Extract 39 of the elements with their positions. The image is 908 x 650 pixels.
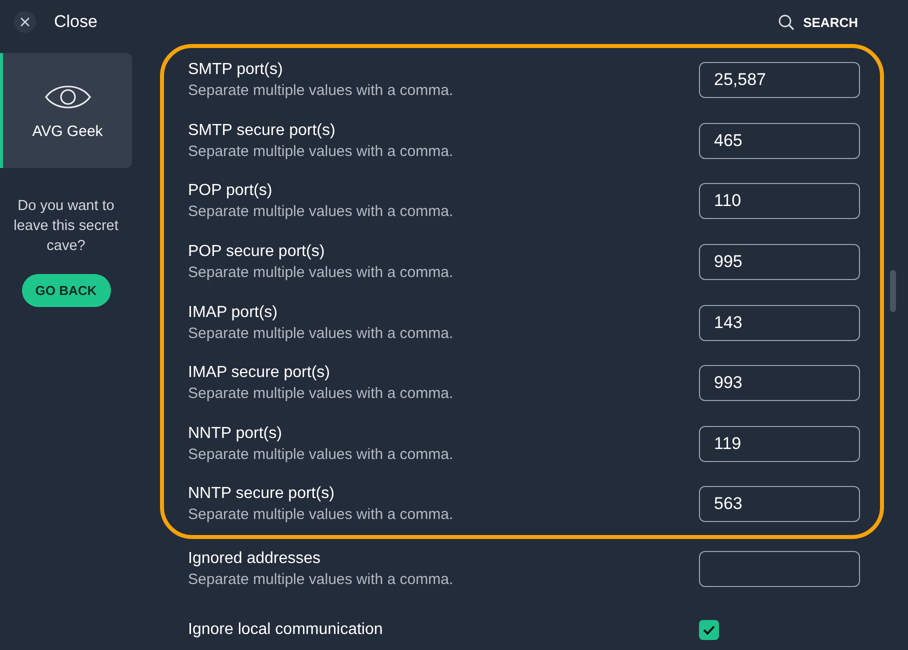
setting-label: IMAP secure port(s) <box>188 364 331 382</box>
input-field[interactable]: 25,587 <box>699 62 860 98</box>
sidebar-item[interactable]: AVG Geek <box>0 53 132 168</box>
close-icon <box>20 17 30 27</box>
close-button[interactable]: Close <box>14 11 98 33</box>
setting-label: SMTP port(s) <box>188 61 284 80</box>
leave-prompt: Do you want to leave this secret cave? <box>12 197 120 256</box>
setting-label: IMAP port(s) <box>188 304 278 322</box>
input-field[interactable]: 993 <box>699 365 860 402</box>
setting-label: Ignored addresses <box>188 550 322 568</box>
input-field[interactable]: 119 <box>699 426 860 462</box>
input-field[interactable]: 110 <box>699 183 860 220</box>
go-back-button[interactable]: GO BACK <box>22 274 110 307</box>
input-field[interactable]: 995 <box>699 244 860 280</box>
sidebar-item-label: AVG Geek <box>32 123 103 140</box>
setting-hint: Separate multiple values with a comma. <box>188 142 454 160</box>
setting-hint: Separate multiple values with a comma. <box>188 571 454 588</box>
input-field[interactable]: 143 <box>699 304 860 341</box>
setting-label: NNTP port(s) <box>188 424 283 443</box>
checkbox[interactable] <box>699 620 719 640</box>
setting-hint: Separate multiple values with a comma. <box>188 264 454 282</box>
search-icon <box>778 14 796 30</box>
setting-label: NNTP secure port(s) <box>188 485 336 504</box>
setting-hint: Separate multiple values with a comma. <box>188 324 454 342</box>
setting-hint: Separate multiple values with a comma. <box>188 385 454 402</box>
setting-label: Ignore local communication <box>188 620 383 639</box>
setting-hint: Separate multiple values with a comma. <box>188 203 454 220</box>
check-icon <box>703 624 715 635</box>
setting-label: POP port(s) <box>188 182 274 200</box>
setting-hint: Separate multiple values with a comma. <box>188 82 454 100</box>
search-button[interactable]: SEARCH <box>778 14 858 30</box>
input-field[interactable] <box>699 551 860 588</box>
setting-hint: Separate multiple values with a comma. <box>188 506 454 524</box>
input-field[interactable]: 465 <box>699 122 860 159</box>
scrollbar-thumb[interactable] <box>890 270 896 312</box>
setting-label: POP secure port(s) <box>188 243 326 262</box>
setting-hint: Separate multiple values with a comma. <box>188 446 454 463</box>
input-field[interactable]: 563 <box>699 486 860 522</box>
setting-label: SMTP secure port(s) <box>188 122 336 140</box>
